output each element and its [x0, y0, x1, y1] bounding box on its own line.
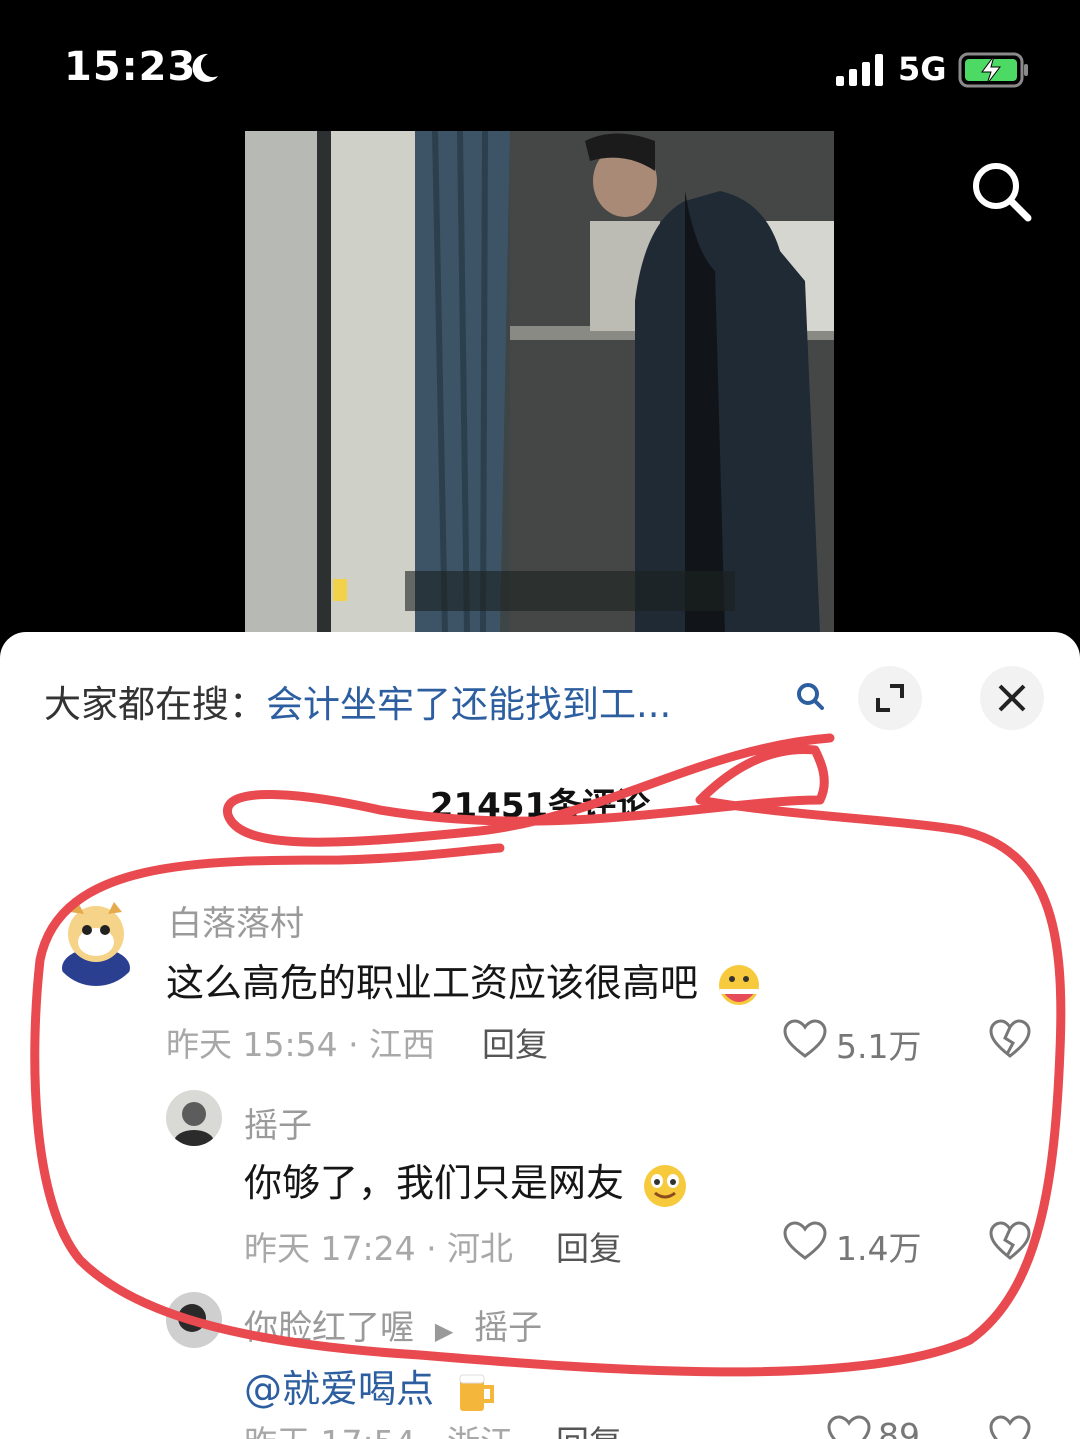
like-count: 89 [878, 1416, 920, 1439]
moon-icon [192, 53, 218, 82]
battery-charging-icon [958, 52, 1028, 88]
eating-emoji-icon [719, 964, 760, 1005]
reply-button[interactable]: 回复 [556, 1222, 622, 1270]
video-player[interactable] [245, 131, 834, 633]
signal-icon [836, 54, 883, 86]
broken-heart-icon[interactable] [988, 1018, 1032, 1060]
comment-meta: 昨天 15:54 · 江西 [166, 1025, 436, 1064]
search-suggestion-prefix: 大家都在搜： [44, 683, 266, 726]
smile-emoji-icon [644, 1164, 687, 1207]
search-suggestion[interactable]: 大家都在搜：会计坐牢了还能找到工... [44, 674, 671, 728]
comment-text: @就爱喝点 [244, 1358, 500, 1417]
avatar[interactable] [166, 1292, 222, 1348]
broken-heart-icon[interactable] [988, 1220, 1032, 1262]
expand-button[interactable] [858, 666, 922, 730]
heart-icon[interactable] [782, 1018, 828, 1060]
dog-avatar-image [50, 894, 142, 986]
search-icon[interactable] [968, 158, 1034, 224]
comment-username[interactable]: 白落落村 [168, 896, 304, 945]
comment-username: 你脸红了喔 ▶ 摇子 [244, 1300, 542, 1349]
network-label: 5G [898, 50, 947, 88]
avatar[interactable] [50, 894, 142, 986]
expand-icon [876, 684, 904, 712]
comment-sheet: 大家都在搜：会计坐牢了还能找到工... 21451条评论 白落落村 这么高危的职… [0, 632, 1080, 1439]
comment-count: 21451条评论 [429, 786, 651, 826]
comment-username[interactable]: 摇子 [244, 1098, 312, 1147]
reply-arrow-icon: ▶ [434, 1317, 454, 1345]
like-count: 5.1万 [836, 1027, 922, 1066]
heart-icon[interactable] [826, 1414, 872, 1439]
comment-username-text[interactable]: 你脸红了喔 [244, 1308, 414, 1348]
beer-emoji-icon [459, 1374, 495, 1411]
comment-text-content: 你够了，我们只是网友 [244, 1161, 625, 1205]
reply-button[interactable]: 回复 [482, 1018, 548, 1066]
avatar[interactable] [166, 1090, 222, 1146]
search-icon[interactable] [794, 680, 828, 714]
like-count: 1.4万 [836, 1229, 922, 1268]
reply-button[interactable]: 回复 [556, 1416, 622, 1439]
video-frame-image [245, 131, 834, 633]
user-avatar-image [166, 1090, 222, 1146]
close-icon [998, 684, 1026, 712]
heart-icon[interactable] [782, 1220, 828, 1262]
reply-target[interactable]: 摇子 [474, 1308, 542, 1348]
comment-meta: 昨天 17:54 · 浙江 [244, 1416, 513, 1439]
status-time: 15:23 [64, 44, 197, 90]
user-avatar-image [166, 1292, 222, 1348]
comment-text-content: 这么高危的职业工资应该很高吧 [166, 961, 699, 1005]
close-button[interactable] [980, 666, 1044, 730]
search-suggestion-query[interactable]: 会计坐牢了还能找到工... [266, 683, 671, 726]
broken-heart-icon[interactable] [988, 1414, 1032, 1439]
comment-text: 你够了，我们只是网友 [244, 1152, 690, 1211]
status-bar: 15:23 5G [0, 0, 1080, 130]
comment-meta: 昨天 17:24 · 河北 [244, 1229, 514, 1268]
mention-link[interactable]: @就爱喝点 [244, 1367, 434, 1411]
comment-text: 这么高危的职业工资应该很高吧 [166, 952, 764, 1011]
